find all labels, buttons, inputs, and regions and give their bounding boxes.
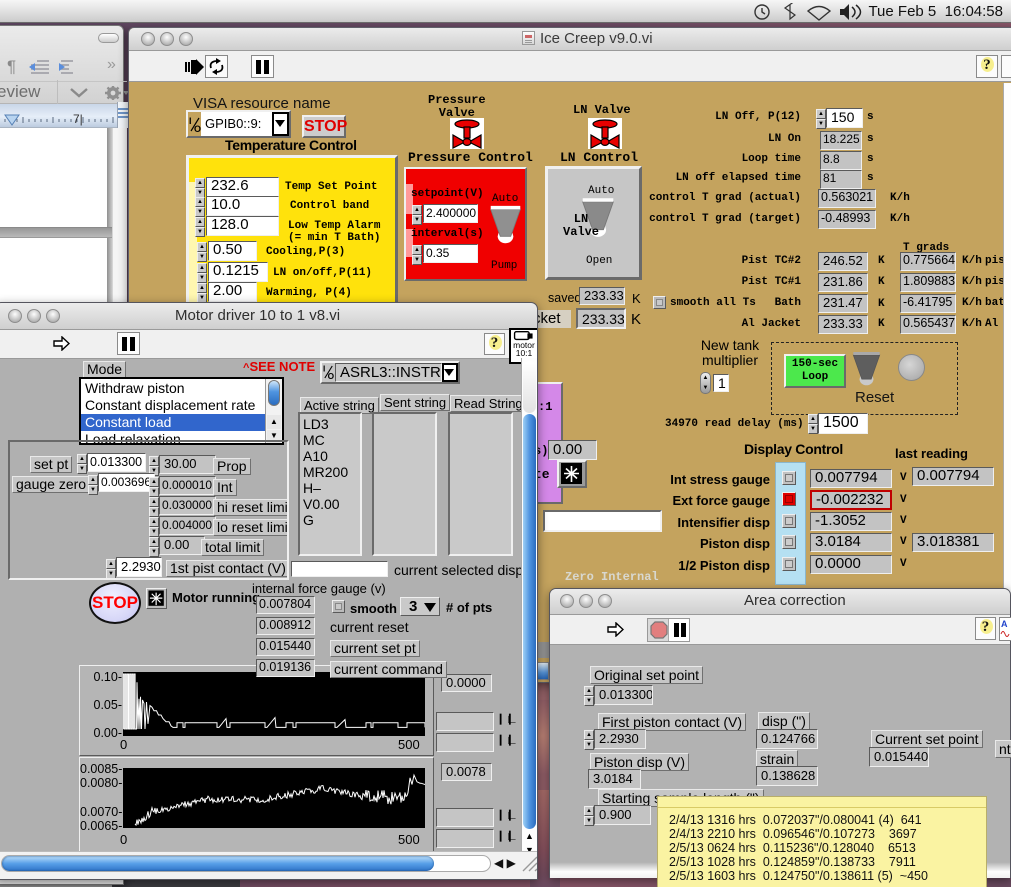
svg-text:A: A: [1001, 619, 1008, 629]
svg-text:I: I: [189, 116, 192, 126]
svg-text:I: I: [323, 364, 325, 374]
svg-text:7|: 7|: [73, 112, 83, 126]
